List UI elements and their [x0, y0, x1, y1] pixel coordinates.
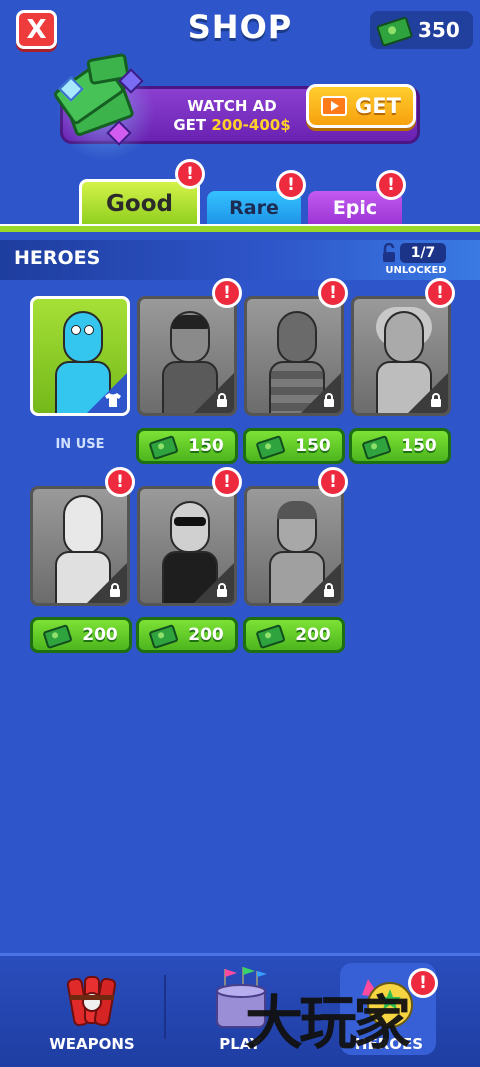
cash-icon [375, 15, 410, 45]
cash-icon [255, 434, 283, 459]
cash-icon [42, 623, 70, 648]
cash-gems-icon [50, 52, 160, 162]
cash-icon [361, 434, 389, 459]
buy-button[interactable]: 150 [349, 428, 451, 464]
shirt-icon [105, 393, 121, 407]
lock-icon [217, 583, 227, 597]
get-button-label: GET [355, 94, 401, 118]
hero-card-locked[interactable] [30, 486, 130, 606]
cash-icon [255, 623, 283, 648]
price-label: 200 [295, 625, 331, 645]
price-label: 150 [295, 436, 331, 456]
ad-reward-text: WATCH AD GET 200-400$ [162, 97, 302, 135]
hero-alert-badge: ! [212, 278, 242, 308]
hero-card-locked[interactable] [244, 486, 344, 606]
unlock-progress: 1/7 UNLOCKED [380, 243, 452, 277]
hero-card-selected[interactable] [30, 296, 130, 416]
tab-good-alert-badge: ! [175, 159, 205, 189]
currency-display: 350 [370, 11, 473, 49]
price-label: 150 [188, 436, 224, 456]
nav-divider [164, 975, 166, 1039]
in-use-label: IN USE [55, 437, 105, 452]
lock-icon [324, 583, 334, 597]
hero-card-locked[interactable] [244, 296, 344, 416]
watermark: 大玩家 [245, 989, 411, 1057]
ad-line-1: WATCH AD [187, 97, 277, 115]
hero-card-locked[interactable] [351, 296, 451, 416]
price-label: 200 [82, 625, 118, 645]
buy-button[interactable]: 150 [136, 428, 238, 464]
nav-weapons[interactable]: WEAPONS [27, 963, 157, 1053]
hero-alert-badge: ! [105, 467, 135, 497]
ad-reward-range: 200-400$ [211, 116, 291, 134]
lock-icon [431, 393, 441, 407]
ad-line-2: GET 200-400$ [162, 116, 302, 135]
video-clapper-icon [321, 96, 348, 116]
nav-heroes-alert-badge: ! [408, 968, 438, 998]
hero-card-locked[interactable] [137, 486, 237, 606]
unlock-count: 1/7 [400, 243, 446, 263]
tab-epic-alert-badge: ! [376, 170, 406, 200]
section-title: HEROES [14, 247, 101, 269]
tab-rare-alert-badge: ! [276, 170, 306, 200]
buy-button[interactable]: 150 [243, 428, 345, 464]
unlock-label: UNLOCKED [385, 265, 447, 276]
buy-button[interactable]: 200 [136, 617, 238, 653]
get-reward-button[interactable]: GET [306, 84, 416, 128]
lock-icon [217, 393, 227, 407]
hero-alert-badge: ! [212, 467, 242, 497]
dynamite-icon [66, 976, 117, 1027]
buy-button[interactable]: 200 [243, 617, 345, 653]
price-label: 200 [188, 625, 224, 645]
nav-weapons-label: WEAPONS [49, 1035, 135, 1053]
price-label: 150 [401, 436, 437, 456]
cash-icon [148, 434, 176, 459]
lock-open-icon [383, 243, 395, 262]
lock-icon [324, 393, 334, 407]
buy-button[interactable]: 200 [30, 617, 132, 653]
hero-alert-badge: ! [318, 278, 348, 308]
hero-card-locked[interactable] [137, 296, 237, 416]
hero-alert-badge: ! [318, 467, 348, 497]
tab-underline [0, 224, 480, 232]
currency-amount: 350 [418, 18, 460, 42]
ad-line-2-prefix: GET [173, 116, 207, 134]
cash-icon [148, 623, 176, 648]
hero-alert-badge: ! [425, 278, 455, 308]
lock-icon [110, 583, 120, 597]
